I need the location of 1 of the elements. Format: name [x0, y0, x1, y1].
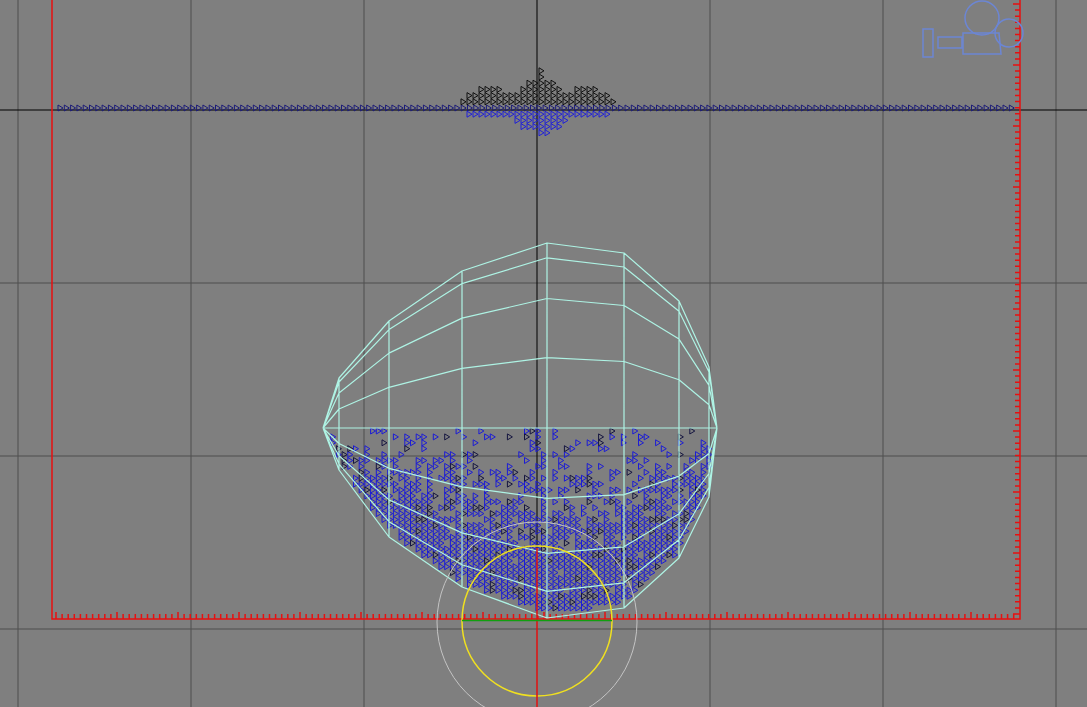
- camera-icon: [922, 0, 1024, 58]
